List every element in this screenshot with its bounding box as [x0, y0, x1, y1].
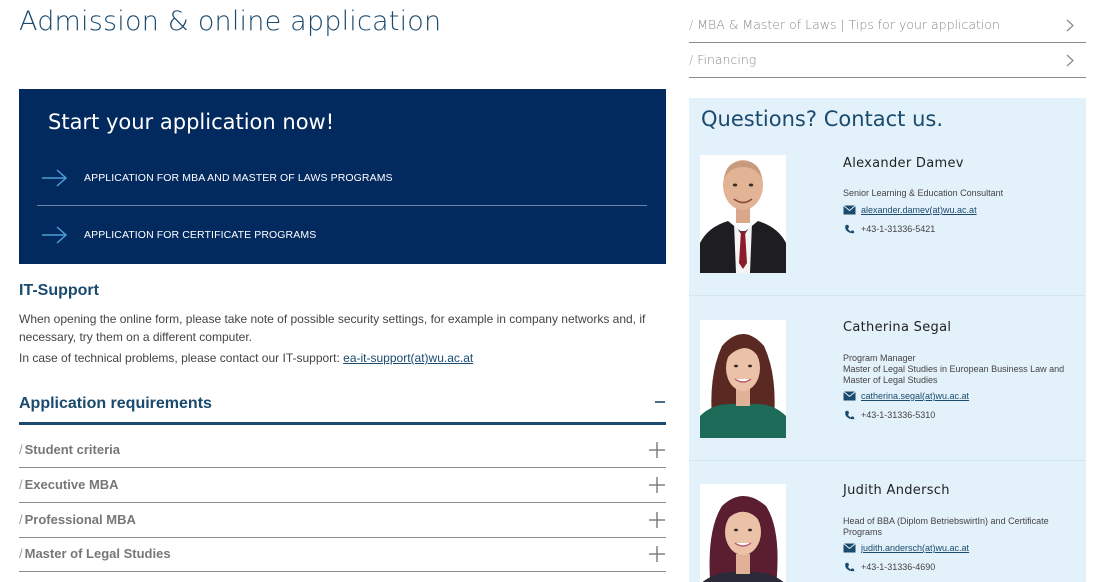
contact-email-row[interactable]: alexander.damev(at)wu.ac.at [843, 205, 977, 215]
accordion-item-label: / Executive MBA [19, 477, 119, 492]
plus-icon[interactable] [648, 476, 666, 494]
contact-phone-row: +43-1-31336-4690 [843, 562, 935, 572]
it-support-paragraph: When opening the online form, please tak… [19, 312, 646, 344]
accordion-item-professional-mba[interactable]: / Professional MBA [19, 503, 666, 538]
mail-icon [843, 205, 856, 215]
side-link-financing[interactable]: / Financing [689, 43, 1086, 78]
phone-icon [845, 410, 855, 420]
contact-role: Program Manager Master of Legal Studies … [843, 353, 1065, 385]
arrow-right-icon [42, 168, 68, 187]
slash-divider: / [19, 512, 23, 527]
it-support-contact-prefix: In case of technical problems, please co… [19, 351, 344, 365]
contact-email-row[interactable]: judith.andersch(at)wu.ac.at [843, 543, 969, 553]
contact-phone: +43-1-31336-5310 [861, 410, 936, 420]
contact-card: Catherina Segal Program Manager Master o… [689, 295, 1086, 460]
side-link-label: / Financing [689, 52, 756, 67]
slash-divider: / [19, 546, 23, 561]
contact-phone-row: +43-1-31336-5310 [843, 410, 935, 420]
side-link-label: / MBA & Master of Laws | Tips for your ap… [689, 17, 1000, 32]
avatar [700, 320, 786, 438]
accordion-item-label: / Master of Legal Studies [19, 546, 171, 561]
apply-certificate-link[interactable]: APPLICATION FOR CERTIFICATE PROGRAMS [37, 207, 647, 263]
side-link-tips[interactable]: / MBA & Master of Laws | Tips for your ap… [689, 8, 1086, 43]
plus-icon[interactable] [648, 545, 666, 563]
it-support-contact-line: In case of technical problems, please co… [19, 349, 649, 367]
mail-icon [843, 391, 856, 401]
side-link-text: Financing [697, 52, 757, 67]
apply-mba-label: APPLICATION FOR MBA AND MASTER OF LAWS P… [84, 171, 393, 184]
accordion-item-text: Master of Legal Studies [24, 546, 171, 561]
contact-email[interactable]: judith.andersch(at)wu.ac.at [861, 543, 969, 553]
chevron-right-icon [1066, 54, 1074, 67]
contact-role: Head of BBA (Diplom BetriebswirtIn) and … [843, 516, 1049, 537]
requirements-accordion-header[interactable]: Application requirements [19, 391, 666, 425]
accordion-item-text: Professional MBA [24, 512, 136, 527]
slash-divider: / [689, 52, 694, 67]
contact-phone-row: +43-1-31336-5421 [843, 224, 935, 234]
contact-name: Catherina Segal [843, 320, 952, 335]
accordion-item-text: Student criteria [24, 442, 120, 457]
contact-panel: Questions? Contact us. Alexander Damev S… [689, 98, 1086, 582]
contact-phone: +43-1-31336-5421 [861, 224, 936, 234]
contact-name: Judith Andersch [843, 483, 950, 498]
arrow-right-icon [42, 226, 68, 244]
slash-divider: / [689, 17, 694, 32]
slash-divider: / [19, 442, 23, 457]
phone-icon [845, 224, 855, 234]
it-support-title: IT-Support [19, 282, 99, 299]
cta-title: Start your application now! [48, 110, 335, 134]
apply-mba-link[interactable]: APPLICATION FOR MBA AND MASTER OF LAWS P… [37, 150, 647, 206]
accordion-item-label: / Student criteria [19, 442, 120, 457]
it-support-email-link[interactable]: ea-it-support(at)wu.ac.at [343, 351, 473, 365]
apply-certificate-label: APPLICATION FOR CERTIFICATE PROGRAMS [84, 229, 317, 241]
avatar [700, 155, 786, 273]
page-title: Admission & online application [19, 6, 442, 37]
side-link-text: MBA & Master of Laws | Tips for your app… [697, 17, 1000, 32]
contact-email[interactable]: catherina.segal(at)wu.ac.at [861, 391, 969, 401]
contact-email[interactable]: alexander.damev(at)wu.ac.at [861, 205, 977, 215]
contact-card: Alexander Damev Senior Learning & Educat… [689, 155, 1086, 295]
mail-icon [843, 543, 856, 553]
contact-title: Questions? Contact us. [701, 107, 943, 131]
application-cta-box: Start your application now! APPLICATION … [19, 89, 666, 264]
accordion-item-text: Executive MBA [24, 477, 119, 492]
contact-role: Senior Learning & Education Consultant [843, 188, 1004, 198]
contact-card: Judith Andersch Head of BBA (Diplom Betr… [689, 460, 1086, 582]
plus-icon[interactable] [648, 441, 666, 459]
accordion-item-executive-mba[interactable]: / Executive MBA [19, 468, 666, 503]
contact-name: Alexander Damev [843, 156, 964, 171]
plus-icon[interactable] [648, 511, 666, 529]
accordion-item-student-criteria[interactable]: / Student criteria [19, 433, 666, 468]
accordion-item-label: / Professional MBA [19, 512, 136, 527]
requirements-title: Application requirements [19, 395, 212, 412]
phone-icon [845, 562, 855, 572]
contact-phone: +43-1-31336-4690 [861, 562, 936, 572]
slash-divider: / [19, 477, 23, 492]
avatar [700, 484, 786, 582]
contact-email-row[interactable]: catherina.segal(at)wu.ac.at [843, 391, 969, 401]
accordion-item-master-legal-studies[interactable]: / Master of Legal Studies [19, 537, 666, 572]
it-support-text: When opening the online form, please tak… [19, 310, 649, 370]
chevron-right-icon [1066, 19, 1074, 32]
minus-icon[interactable] [654, 394, 666, 410]
